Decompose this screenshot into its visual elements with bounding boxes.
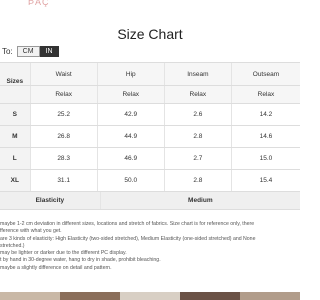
elasticity-value: Medium <box>188 197 213 204</box>
note-line: may be lighter or darker due to the diff… <box>0 250 127 257</box>
product-thumbnail <box>60 292 120 300</box>
table-cell: 2.7 <box>165 148 232 169</box>
table-row: S 25.2 42.9 2.6 14.2 <box>0 104 300 126</box>
unit-cm-button[interactable]: CM <box>16 45 40 57</box>
unit-toggle: To: CM IN <box>0 45 59 57</box>
elasticity-row: Elasticity Medium <box>0 192 300 210</box>
column-header-outseam: Outseam <box>252 70 280 78</box>
note-line: are 3 kinds of elasticity: High Elastici… <box>0 235 256 242</box>
fit-label: Relax <box>98 86 165 103</box>
size-label: M <box>0 126 31 147</box>
table-subheader-row: Relax Relax Relax Relax <box>0 86 300 104</box>
table-cell: 14.2 <box>259 111 273 118</box>
table-cell: 46.9 <box>98 148 165 169</box>
table-cell: 42.9 <box>98 104 165 125</box>
table-cell: 15.4 <box>259 177 273 184</box>
product-thumbnail <box>0 292 60 300</box>
product-thumbnail <box>180 292 240 300</box>
size-label: L <box>0 148 31 169</box>
table-cell: 28.3 <box>31 148 98 169</box>
table-row: L 28.3 46.9 2.7 15.0 <box>0 148 300 170</box>
sizes-header: Sizes <box>0 63 31 85</box>
table-cell: 2.8 <box>165 126 232 147</box>
unit-in-button[interactable]: IN <box>39 45 59 57</box>
fit-label: Relax <box>165 86 232 103</box>
table-cell: 2.6 <box>165 104 232 125</box>
logo-fragment: ÞÅÇ <box>28 0 50 7</box>
column-header-waist: Waist <box>31 63 98 85</box>
column-header-hip: Hip <box>98 63 165 85</box>
table-cell: 14.6 <box>259 133 273 140</box>
sizes-header-spacer <box>0 86 31 103</box>
note-line: t by hand in 30-degree water, hang to dr… <box>0 257 161 264</box>
column-header-inseam: Inseam <box>165 63 232 85</box>
size-notes: maybe 1-2 cm deviation in different size… <box>0 221 300 272</box>
table-cell: 50.0 <box>98 170 165 191</box>
size-chart-table: Sizes Waist Hip Inseam Outseam Relax Rel… <box>0 62 300 210</box>
note-line: fference with what you get. <box>0 228 62 235</box>
top-banner-fragment: ÞÅÇ <box>0 0 300 7</box>
unit-toggle-label: To: <box>2 46 13 56</box>
elasticity-label: Elasticity <box>0 192 101 209</box>
note-line: stretched.) <box>0 242 25 249</box>
note-line: maybe a slightly difference on detail an… <box>0 264 112 271</box>
product-thumbnail <box>240 292 300 300</box>
table-cell: 31.1 <box>31 170 98 191</box>
fit-label: Relax <box>257 91 275 98</box>
table-cell: 25.2 <box>31 104 98 125</box>
table-cell: 15.0 <box>259 155 273 162</box>
page-title: Size Chart <box>117 26 183 42</box>
size-label: XL <box>0 170 31 191</box>
table-row: XL 31.1 50.0 2.8 15.4 <box>0 170 300 192</box>
fit-label: Relax <box>31 86 98 103</box>
note-line: maybe 1-2 cm deviation in different size… <box>0 221 255 227</box>
table-cell: 2.8 <box>165 170 232 191</box>
table-header-row: Sizes Waist Hip Inseam Outseam <box>0 63 300 86</box>
table-cell: 26.8 <box>31 126 98 147</box>
product-thumbnail <box>120 292 180 300</box>
size-label: S <box>0 104 31 125</box>
bottom-image-strip <box>0 292 300 300</box>
table-row: M 26.8 44.9 2.8 14.6 <box>0 126 300 148</box>
table-cell: 44.9 <box>98 126 165 147</box>
